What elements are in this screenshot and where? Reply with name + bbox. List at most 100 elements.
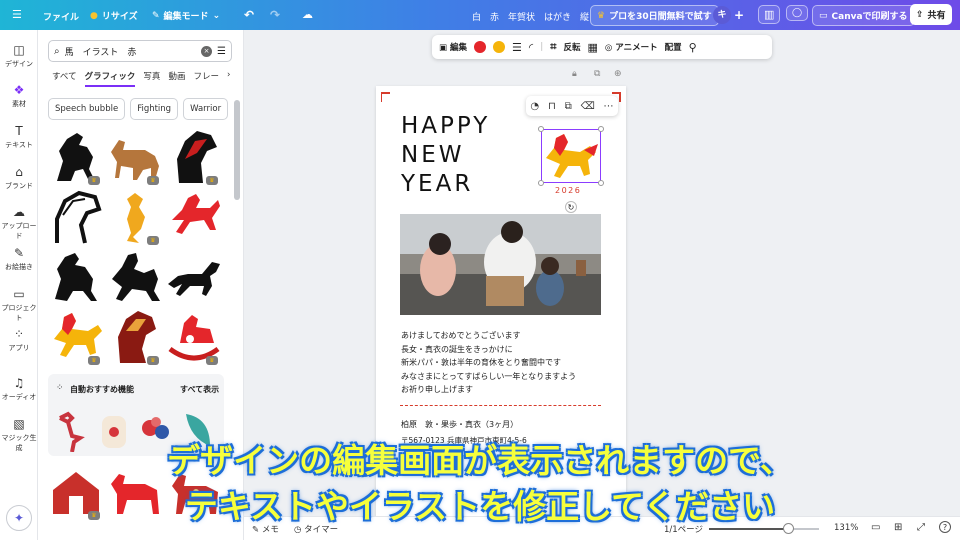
horse-graphic[interactable]: ♛ bbox=[105, 187, 165, 247]
resize-handle[interactable] bbox=[598, 180, 604, 186]
rail-item-audio[interactable]: ♫ オーディオ bbox=[0, 376, 38, 402]
layout-icon: ◫ bbox=[13, 43, 25, 57]
undo-icon[interactable]: ↶ bbox=[244, 8, 254, 22]
page-lock-icon[interactable]: 🔒︎ bbox=[572, 69, 577, 79]
chip-warrior[interactable]: Warrior bbox=[183, 98, 229, 120]
sender-names[interactable]: 柏原 敦・果歩・真衣（3ヶ月） bbox=[401, 419, 518, 430]
horse-graphic[interactable]: ♛ bbox=[164, 307, 224, 367]
chevron-right-icon[interactable]: › bbox=[227, 70, 230, 87]
chip-speech-bubble[interactable]: Speech bubble bbox=[48, 98, 126, 120]
duplicate-icon[interactable]: ⧉ bbox=[565, 101, 572, 112]
horse-graphic[interactable]: ♛ bbox=[164, 127, 224, 187]
upload-icon: ☁ bbox=[13, 205, 25, 219]
chip-fighting[interactable]: Fighting bbox=[130, 98, 179, 120]
tab-photos[interactable]: 写真 bbox=[143, 70, 160, 87]
rail-item-projects[interactable]: ▭ プロジェクト bbox=[0, 287, 38, 323]
tab-all[interactable]: すべて bbox=[52, 70, 77, 87]
apps-icon: ⁘ bbox=[13, 327, 25, 341]
resize-handle[interactable] bbox=[538, 180, 544, 186]
horse-graphic[interactable] bbox=[164, 247, 224, 307]
magic-media-icon: ▧ bbox=[13, 417, 25, 431]
position-button[interactable]: 配置 bbox=[665, 41, 682, 53]
comment-add-icon[interactable]: ◔ bbox=[530, 101, 539, 112]
transparency-icon[interactable]: ▦ bbox=[587, 41, 597, 54]
see-all-link[interactable]: すべて表示 bbox=[180, 384, 219, 395]
copy-style-icon[interactable]: ⚲ bbox=[689, 41, 697, 54]
redo-icon[interactable]: ↷ bbox=[270, 8, 280, 22]
document-title[interactable]: 白 赤 年賀状 はがき 縦 bbox=[472, 10, 589, 23]
edit-image-button[interactable]: ▣ 編集 bbox=[439, 41, 467, 53]
hamburger-icon[interactable]: ☰ bbox=[12, 8, 22, 21]
lock-icon[interactable]: ⊓ bbox=[548, 101, 556, 112]
chevron-down-icon: ⌄ bbox=[212, 10, 221, 21]
folder-icon: ▭ bbox=[13, 287, 25, 301]
dashed-divider bbox=[400, 405, 601, 406]
context-toolbar: ▣ 編集 ☰ ◜ | ⌗ 反転 ▦ ◎ アニメート 配置 ⚲ bbox=[432, 35, 772, 59]
text-icon: T bbox=[15, 124, 23, 138]
edit-mode-dropdown[interactable]: ✎ 編集モード ⌄ bbox=[152, 9, 221, 23]
rotate-icon[interactable]: ↻ bbox=[565, 201, 577, 213]
family-photo[interactable] bbox=[400, 214, 601, 315]
rail-item-upload[interactable]: ☁ アップロード bbox=[0, 205, 38, 241]
pro-trial-button[interactable]: ♛ プロを30日間無料で試す bbox=[590, 5, 719, 26]
tutorial-caption: デザインの編集画面が表示されますので、 テキストやイラストを修正してください bbox=[167, 441, 793, 526]
year-label[interactable]: 2026 bbox=[555, 186, 581, 195]
horse-graphic[interactable] bbox=[46, 187, 106, 247]
music-icon: ♫ bbox=[13, 376, 25, 390]
rail-item-apps[interactable]: ⁘ アプリ bbox=[0, 327, 38, 353]
color-swatch-red[interactable] bbox=[474, 41, 487, 53]
insights-icon[interactable]: ▥ bbox=[758, 5, 781, 24]
add-collaborator-icon[interactable]: + bbox=[734, 8, 744, 22]
rail-item-draw[interactable]: ✎ お絵描き bbox=[0, 246, 38, 272]
share-icon: ⇪ bbox=[916, 9, 924, 20]
resize-handle[interactable] bbox=[598, 126, 604, 132]
rail-item-text[interactable]: T テキスト bbox=[0, 124, 38, 150]
black-horse-silhouette bbox=[55, 253, 97, 301]
print-button[interactable]: ▭ Canvaで印刷する bbox=[812, 5, 915, 26]
color-swatch-yellow[interactable] bbox=[493, 41, 506, 53]
horse-graphic[interactable]: ♛ bbox=[105, 127, 165, 187]
more-icon[interactable]: ⋯ bbox=[604, 101, 614, 112]
panel-scrollbar[interactable] bbox=[234, 100, 240, 200]
happy-new-year-heading[interactable]: HAPPY NEW YEAR bbox=[401, 112, 490, 199]
clear-icon[interactable]: × bbox=[201, 45, 213, 57]
resize-button[interactable]: ● リサイズ bbox=[90, 9, 138, 23]
file-menu[interactable]: ファイル bbox=[43, 10, 79, 23]
greeting-message[interactable]: あけましておめでとうございます 長女・真衣の誕生をきっかけに 新米パパ・敦は半年… bbox=[401, 329, 576, 397]
search-value: 馬 イラスト 赤 bbox=[64, 47, 137, 58]
selection-box[interactable] bbox=[538, 126, 604, 186]
search-input[interactable]: ⌕ 馬 イラスト 赤 × ☰ bbox=[48, 40, 232, 62]
filter-icon[interactable]: ☰ bbox=[217, 46, 226, 57]
horse-graphic[interactable] bbox=[164, 187, 224, 247]
page-add-icon[interactable]: ⊕ bbox=[614, 69, 622, 79]
rail-item-brand[interactable]: ⌂ ブランド bbox=[0, 165, 38, 191]
draw-icon: ✎ bbox=[13, 246, 25, 260]
corner-rounding-icon[interactable]: ◜ bbox=[529, 41, 533, 54]
tab-videos[interactable]: 動画 bbox=[168, 70, 185, 87]
crown-icon: ♛ bbox=[597, 10, 606, 21]
horse-graphic[interactable]: ♛ bbox=[46, 307, 106, 367]
resize-handle[interactable] bbox=[538, 126, 544, 132]
trash-icon[interactable]: ⌫ bbox=[581, 101, 595, 112]
rail-item-elements[interactable]: ❖ 素材 bbox=[0, 83, 38, 109]
horse-graphic[interactable]: ♛ bbox=[105, 307, 165, 367]
cloud-save-icon[interactable]: ☁ bbox=[302, 8, 313, 21]
border-style-icon[interactable]: ☰ bbox=[512, 41, 522, 54]
page-duplicate-icon[interactable]: ⧉ bbox=[594, 69, 600, 79]
rail-item-design[interactable]: ◫ デザイン bbox=[0, 43, 38, 69]
truck-icon: ▭ bbox=[819, 10, 828, 21]
horse-graphic[interactable] bbox=[105, 247, 165, 307]
animate-button[interactable]: ◎ アニメート bbox=[605, 41, 658, 53]
avatar[interactable]: キ bbox=[713, 6, 731, 24]
crop-icon[interactable]: ⌗ bbox=[550, 40, 556, 54]
horse-graphic[interactable] bbox=[46, 247, 106, 307]
horse-graphic[interactable]: ♛ bbox=[46, 127, 106, 187]
tab-graphics[interactable]: グラフィック bbox=[84, 70, 136, 87]
crown-icon: ♛ bbox=[88, 356, 100, 365]
image-icon: ▣ bbox=[439, 43, 448, 53]
share-button[interactable]: ⇪ 共有 bbox=[910, 4, 952, 25]
flip-button[interactable]: 反転 bbox=[563, 41, 580, 53]
comment-icon[interactable]: ◯ bbox=[786, 5, 809, 21]
crown-icon: ♛ bbox=[147, 236, 159, 245]
tab-frames[interactable]: フレー bbox=[193, 70, 219, 87]
